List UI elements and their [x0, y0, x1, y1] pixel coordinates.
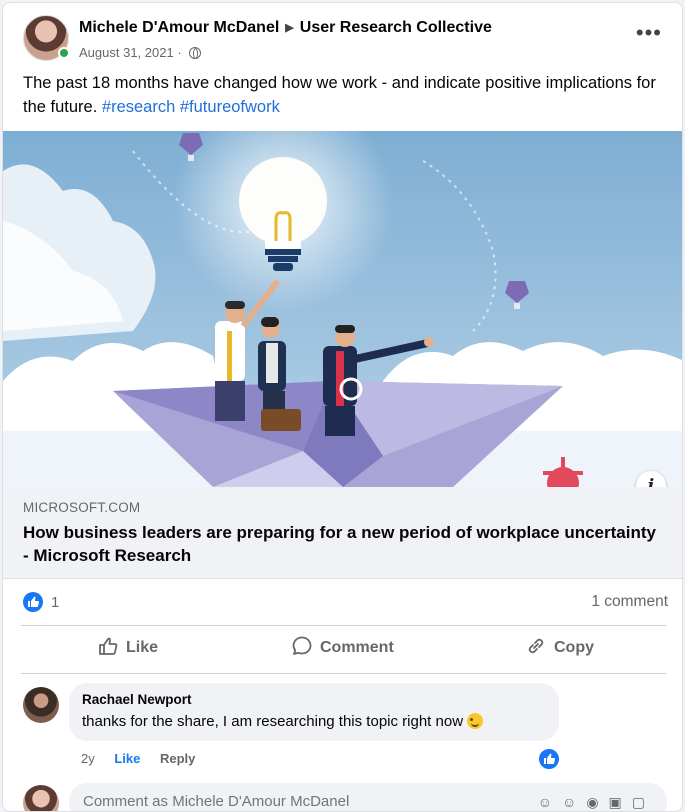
- comment-actions: 2y Like Reply: [81, 751, 211, 766]
- comment-reply-link[interactable]: Reply: [160, 751, 195, 766]
- reaction-stats: 1 1 comment: [3, 585, 682, 623]
- author-name[interactable]: Michele D'Amour McDanel: [79, 19, 279, 36]
- like-count[interactable]: 1: [51, 594, 59, 611]
- emoji-icon[interactable]: ☺: [562, 794, 586, 810]
- thumbs-up-icon: [99, 637, 118, 655]
- author-line: Michele D'Amour McDanel ▶ User Research Co…: [79, 19, 492, 37]
- sticker-icon[interactable]: ▢: [632, 794, 655, 810]
- hashtag-futureofwork[interactable]: #futureofwork: [180, 98, 280, 116]
- gif-icon[interactable]: ▣: [609, 794, 632, 810]
- comment-composer: ☺☺◉▣▢: [3, 781, 682, 811]
- like-button-label: Like: [126, 639, 159, 656]
- author-avatar-wrap[interactable]: [23, 15, 70, 61]
- comment-like-reaction-icon[interactable]: [537, 747, 561, 771]
- camera-icon[interactable]: ◉: [586, 794, 608, 810]
- composer-icons: ☺☺◉▣▢: [538, 794, 655, 811]
- comment-count[interactable]: 1 comment: [591, 593, 668, 611]
- hashtag-research[interactable]: #research: [102, 98, 175, 116]
- post-header: Michele D'Amour McDanel ▶ User Research Co…: [3, 3, 682, 73]
- comment-bubble: Rachael Newport thanks for the share, I …: [69, 683, 559, 741]
- divider: [21, 673, 666, 674]
- post-actions: Like Comment Copy: [3, 627, 682, 673]
- avatar-sticker-icon[interactable]: ☺: [538, 794, 562, 810]
- like-reaction-icon[interactable]: [23, 592, 43, 612]
- meta-separator: ·: [177, 45, 182, 60]
- link-title[interactable]: How business leaders are preparing for a…: [23, 521, 663, 567]
- comment-bubble-icon: [292, 636, 312, 655]
- copy-button-label: Copy: [554, 639, 594, 656]
- post-date[interactable]: August 31, 2021: [79, 45, 174, 60]
- commenter-name[interactable]: Rachael Newport: [82, 692, 192, 707]
- comment-box[interactable]: ☺☺◉▣▢: [69, 783, 667, 811]
- caret-right-icon: ▶: [285, 22, 294, 34]
- comment-item: Rachael Newport thanks for the share, I …: [3, 681, 682, 773]
- divider: [21, 625, 666, 626]
- online-status-dot: [58, 47, 70, 59]
- globe-icon[interactable]: [189, 47, 202, 59]
- comment-button[interactable]: Comment: [291, 635, 394, 665]
- comment-button-label: Comment: [320, 639, 394, 656]
- link-chain-icon: [528, 638, 544, 654]
- link-preview-image[interactable]: i: [3, 131, 682, 487]
- like-button[interactable]: Like: [97, 635, 158, 665]
- link-preview-meta[interactable]: MICROSOFT.COM How business leaders are p…: [3, 487, 682, 579]
- more-options-button[interactable]: •••: [636, 22, 662, 44]
- group-name[interactable]: User Research Collective: [300, 19, 492, 36]
- copy-button[interactable]: Copy: [525, 635, 594, 665]
- avatar[interactable]: [23, 785, 59, 811]
- post-meta: August 31, 2021 ·: [79, 45, 202, 60]
- post-text: The past 18 months have changed how we w…: [23, 71, 673, 119]
- post-card: Michele D'Amour McDanel ▶ User Research Co…: [2, 2, 683, 812]
- illustration-boat-lightbulb: [3, 131, 682, 487]
- comment-body: thanks for the share, I am researching t…: [82, 713, 464, 730]
- commenter-avatar[interactable]: [23, 687, 59, 723]
- link-domain: MICROSOFT.COM: [23, 500, 141, 515]
- comment-text: thanks for the share, I am researching t…: [82, 713, 484, 730]
- smiley-emoji-icon: [467, 713, 484, 729]
- comment-like-link[interactable]: Like: [114, 751, 140, 766]
- comment-age[interactable]: 2y: [81, 751, 95, 766]
- comment-input[interactable]: [83, 789, 503, 811]
